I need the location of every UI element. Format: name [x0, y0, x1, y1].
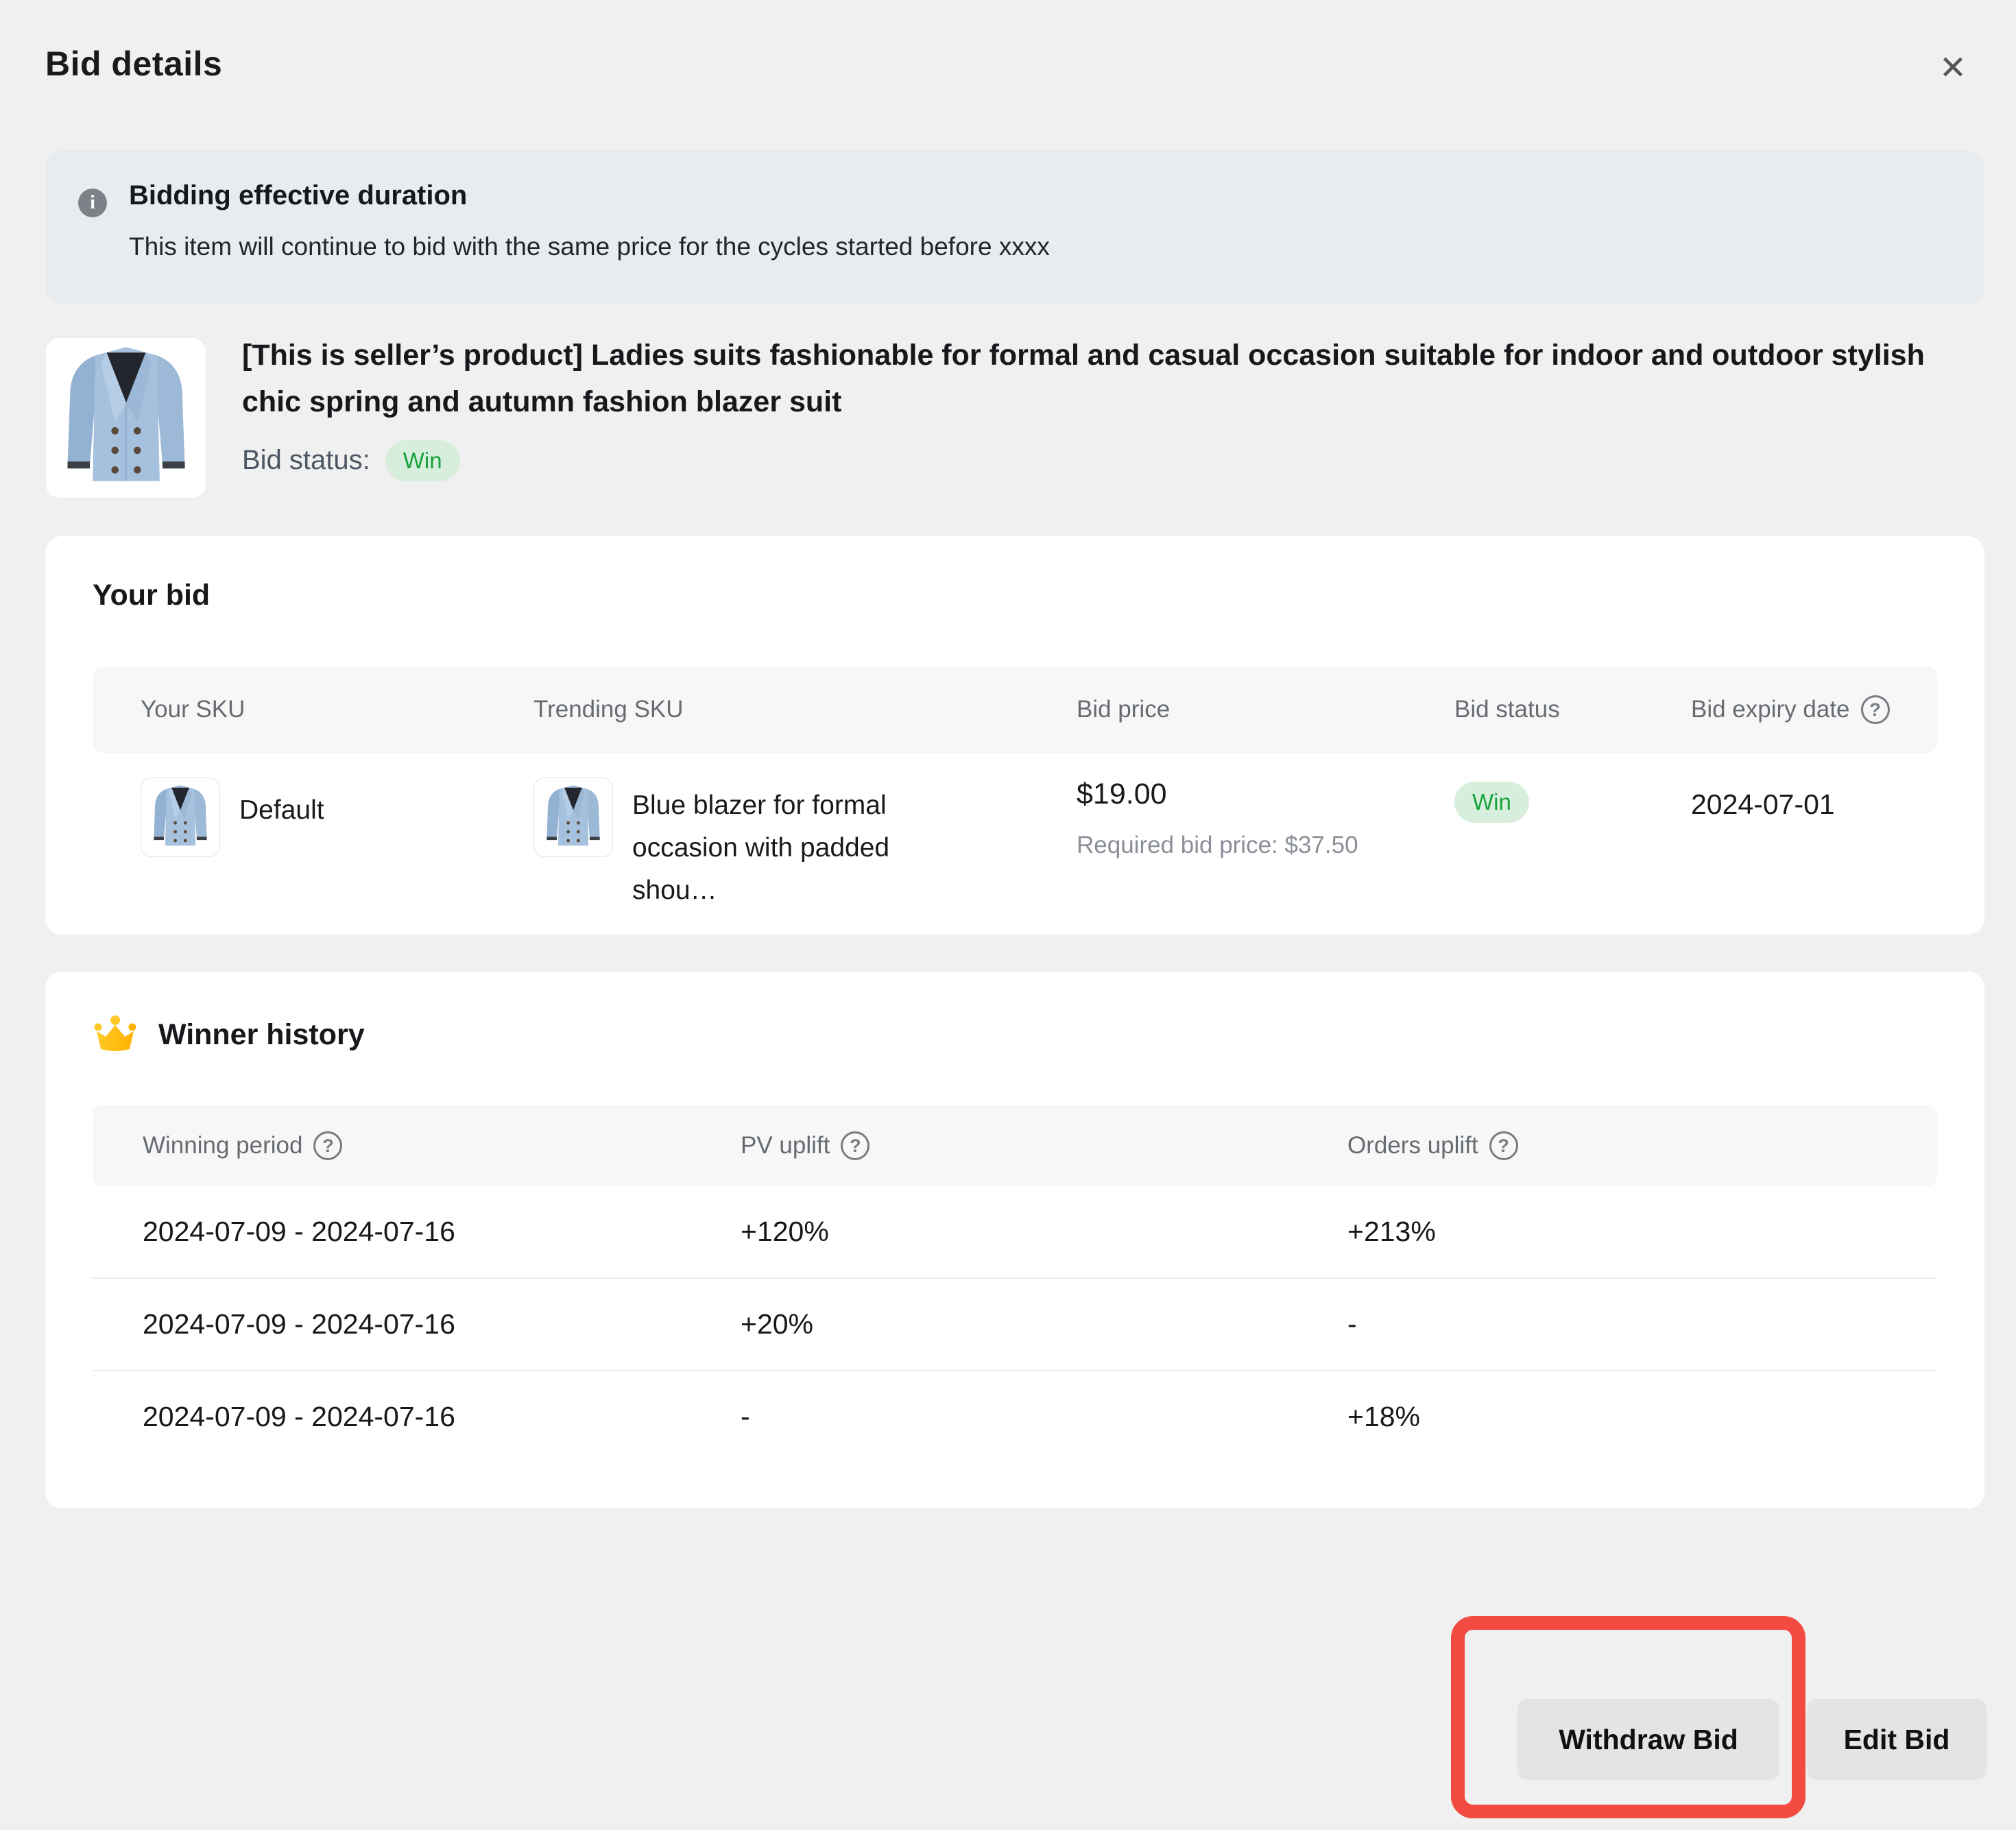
crown-icon: [93, 1015, 138, 1054]
column-your-sku: Your SKU: [93, 696, 485, 723]
winner-history-card: Winner history Winning period ? PV uplif…: [45, 972, 1984, 1508]
winner-history-table: Winning period ? PV uplift ? Orders upli…: [93, 1105, 1937, 1462]
product-summary: [This is seller’s product] Ladies suits …: [45, 337, 1984, 498]
help-icon[interactable]: ?: [313, 1131, 342, 1160]
pv-uplift-value: -: [691, 1371, 1297, 1462]
your-sku-thumbnail: [141, 778, 220, 857]
blazer-image: [54, 341, 198, 495]
page-title: Bid details: [45, 44, 222, 84]
your-bid-table-header: Your SKU Trending SKU Bid price Bid stat…: [93, 666, 1937, 753]
blazer-thumb: [542, 782, 605, 853]
bid-price-value: $19.00: [1077, 778, 1406, 811]
orders-uplift-value: +18%: [1297, 1371, 1937, 1462]
trending-sku-value: Blue blazer for formal occasion with pad…: [632, 784, 927, 912]
pv-uplift-value: +120%: [691, 1186, 1297, 1277]
help-icon[interactable]: ?: [1861, 695, 1890, 724]
column-bid-expiry-date: Bid expiry date ?: [1643, 695, 1937, 724]
bid-status-badge: Win: [385, 440, 460, 481]
winner-history-table-header: Winning period ? PV uplift ? Orders upli…: [93, 1105, 1937, 1186]
your-bid-card: Your bid Your SKU Trending SKU Bid price…: [45, 536, 1984, 935]
winning-period-value: 2024-07-09 - 2024-07-16: [93, 1186, 691, 1277]
column-winning-period: Winning period ?: [93, 1105, 691, 1186]
product-title: [This is seller’s product] Ladies suits …: [242, 332, 1977, 425]
column-trending-sku: Trending SKU: [485, 696, 1029, 723]
bid-expiry-date-value: 2024-07-01: [1691, 788, 1835, 821]
info-banner: i Bidding effective duration This item w…: [45, 150, 1984, 304]
column-orders-uplift: Orders uplift ?: [1297, 1105, 1937, 1186]
winning-period-value: 2024-07-09 - 2024-07-16: [93, 1371, 691, 1462]
help-icon[interactable]: ?: [1489, 1131, 1518, 1160]
column-bid-price: Bid price: [1029, 696, 1406, 723]
table-row: 2024-07-09 - 2024-07-16 +120% +213%: [93, 1186, 1937, 1277]
column-pv-uplift: PV uplift ?: [691, 1105, 1297, 1186]
your-bid-table: Your SKU Trending SKU Bid price Bid stat…: [93, 666, 1937, 912]
orders-uplift-value: -: [1297, 1279, 1937, 1370]
table-row: 2024-07-09 - 2024-07-16 +20% -: [93, 1277, 1937, 1370]
close-icon[interactable]: ✕: [1931, 47, 1975, 91]
edit-bid-button[interactable]: Edit Bid: [1807, 1699, 1987, 1780]
your-sku-value: Default: [239, 795, 324, 826]
pv-uplift-value: +20%: [691, 1279, 1297, 1370]
banner-body: This item will continue to bid with the …: [129, 232, 1050, 261]
withdraw-bid-button[interactable]: Withdraw Bid: [1517, 1699, 1779, 1780]
winning-period-value: 2024-07-09 - 2024-07-16: [93, 1279, 691, 1370]
winner-history-heading: Winner history: [158, 1018, 365, 1052]
required-bid-price: Required bid price: $37.50: [1077, 832, 1406, 859]
table-row: Default: [93, 778, 1937, 912]
product-image: [45, 337, 206, 498]
row-bid-status-badge: Win: [1454, 782, 1529, 823]
trending-sku-thumbnail: [533, 778, 613, 857]
help-icon[interactable]: ?: [841, 1131, 869, 1160]
info-icon: i: [78, 189, 107, 217]
orders-uplift-value: +213%: [1297, 1186, 1937, 1277]
column-bid-status: Bid status: [1406, 696, 1643, 723]
blazer-thumb: [149, 782, 212, 853]
table-row: 2024-07-09 - 2024-07-16 - +18%: [93, 1370, 1937, 1462]
banner-title: Bidding effective duration: [129, 180, 467, 211]
your-bid-heading: Your bid: [93, 579, 210, 612]
bid-status-label: Bid status:: [242, 445, 370, 476]
